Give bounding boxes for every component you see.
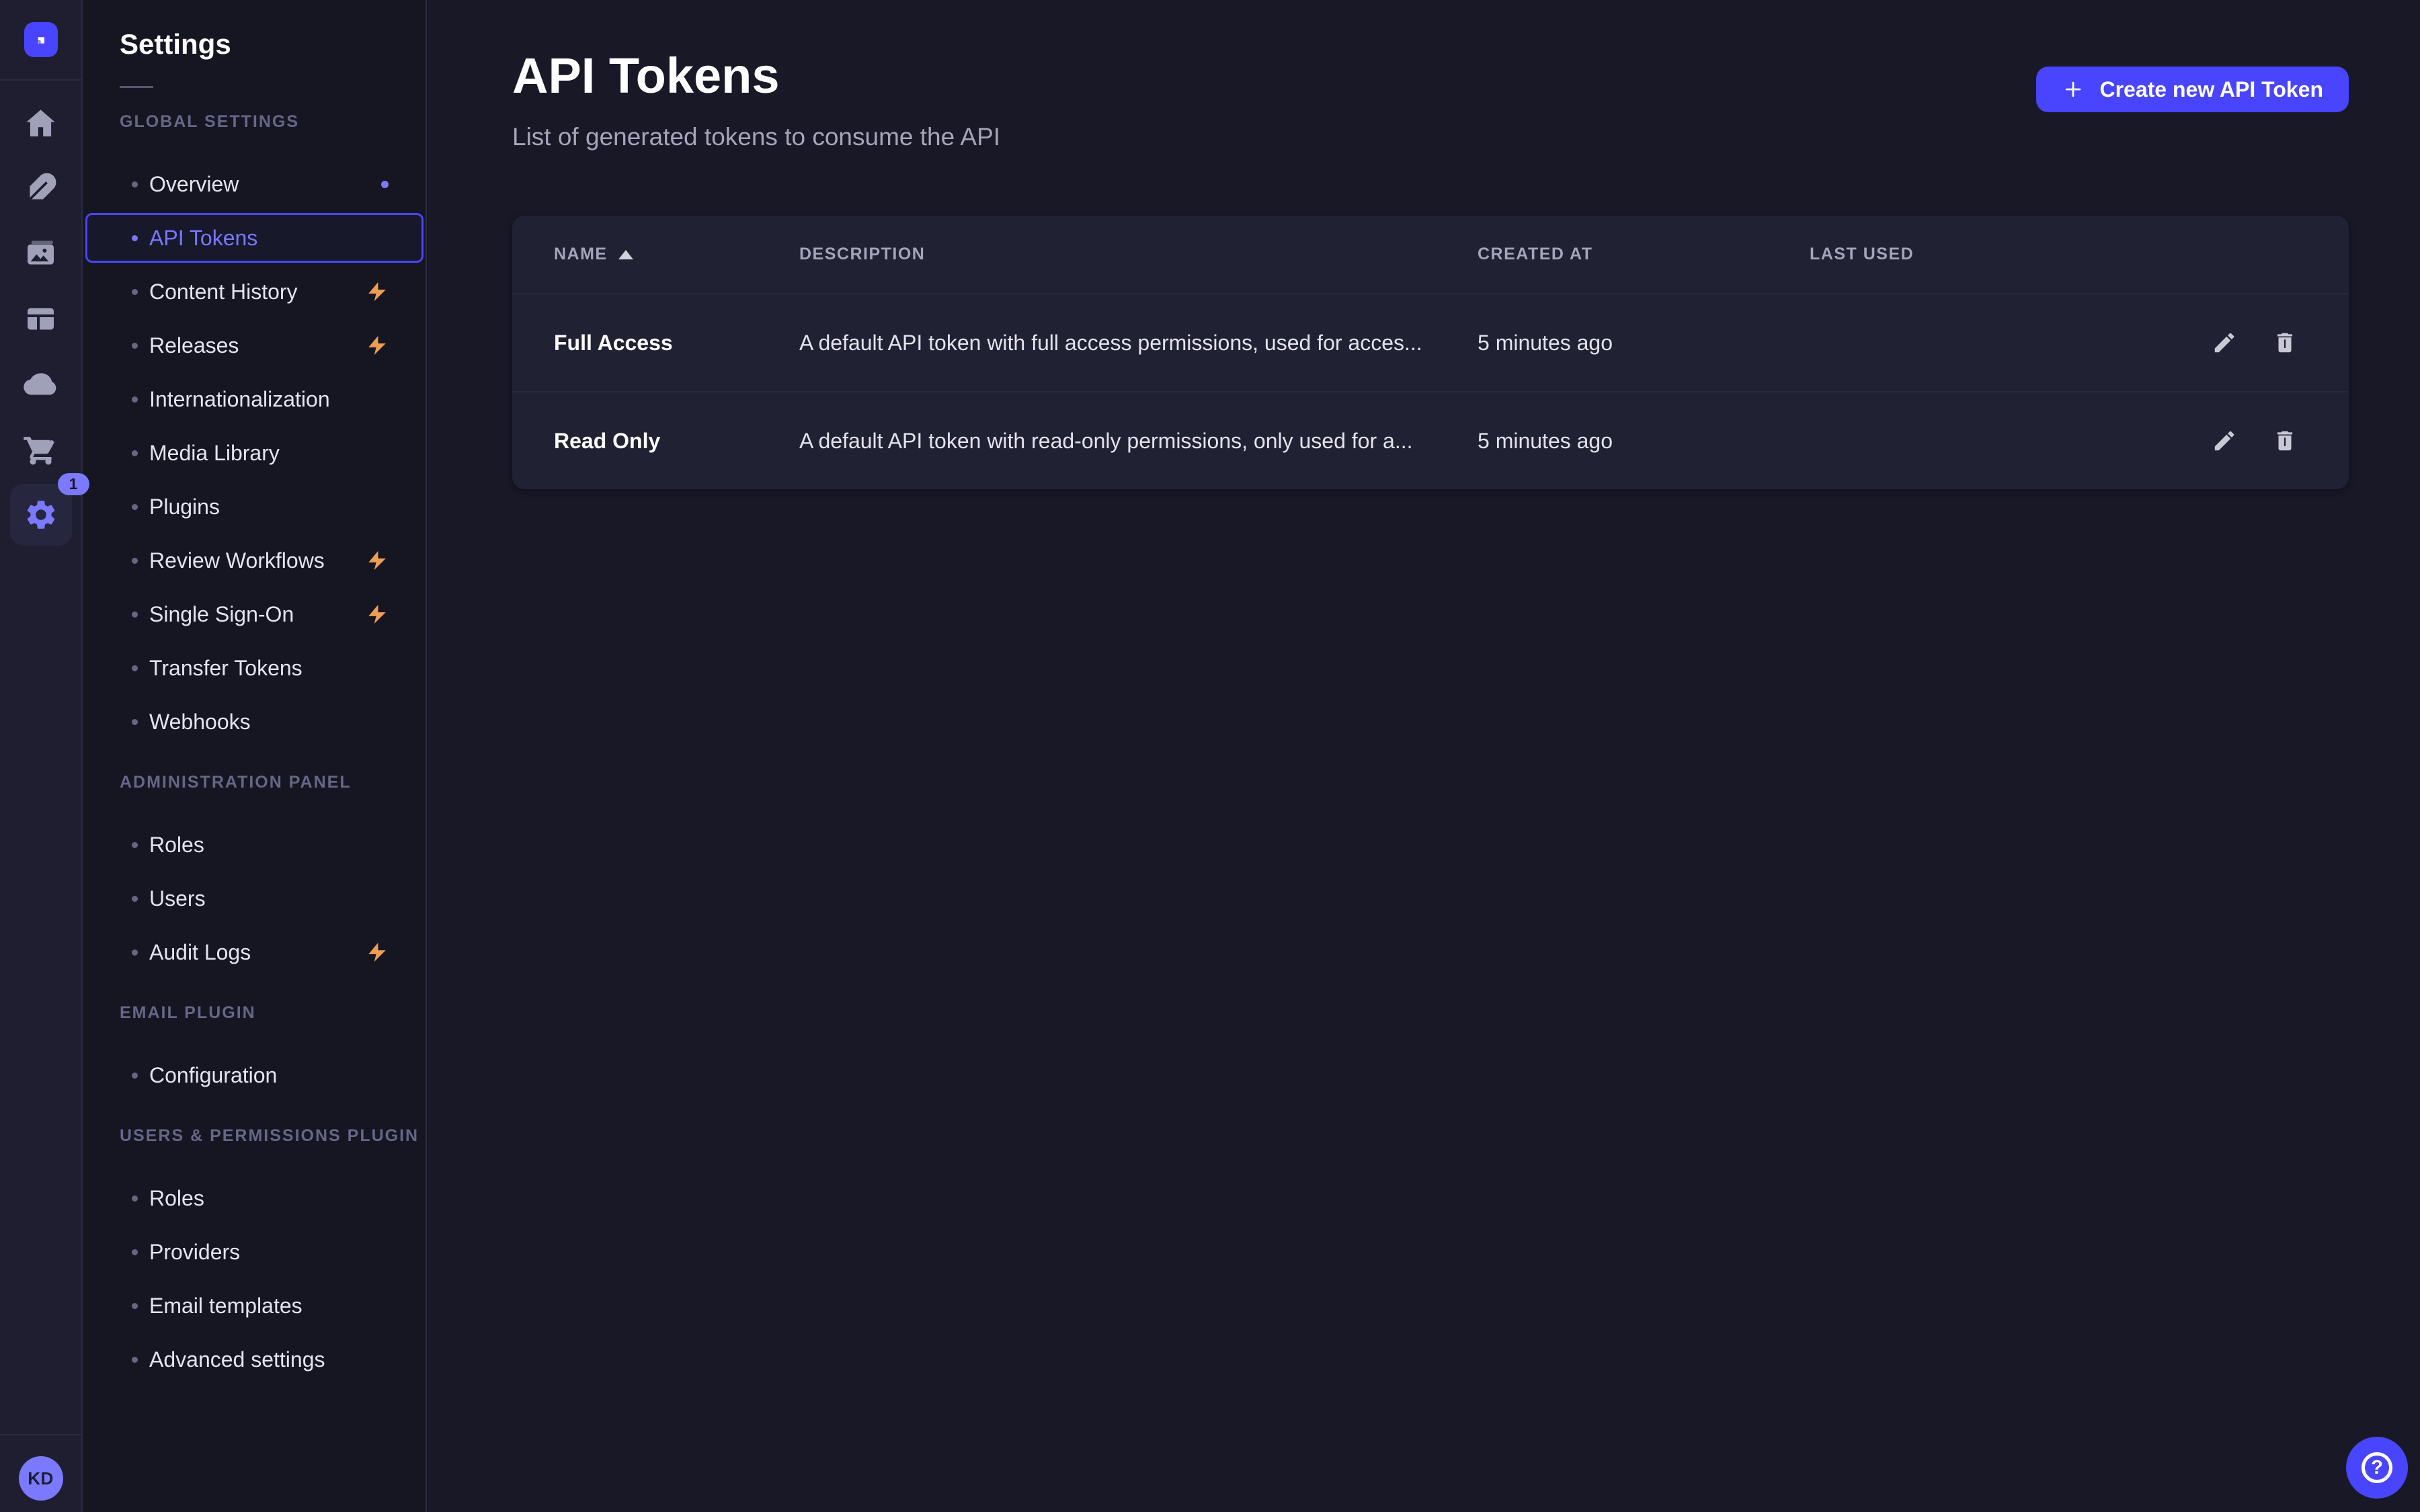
sidebar-item-audit-logs[interactable]: Audit Logs (83, 925, 426, 979)
content-manager-feather-icon[interactable] (0, 156, 82, 221)
help-button[interactable]: ? (2346, 1437, 2408, 1499)
delete-trash-icon[interactable] (2272, 330, 2298, 355)
token-description: A default API token with read-only permi… (799, 429, 1478, 454)
marketplace-cart-icon[interactable] (0, 417, 82, 482)
media-library-icon[interactable] (0, 221, 82, 286)
sidebar-item-email-configuration[interactable]: Configuration (83, 1048, 426, 1102)
sidebar-item-transfer-tokens[interactable]: Transfer Tokens (83, 641, 426, 695)
section-label-global-settings: GLOBAL SETTINGS (120, 112, 385, 132)
token-created-at: 5 minutes ago (1478, 429, 1810, 454)
sort-ascending-icon (618, 250, 633, 259)
sidebar-item-plugins[interactable]: Plugins (83, 480, 426, 534)
user-avatar[interactable]: KD (19, 1456, 63, 1501)
token-name: Read Only (554, 429, 799, 454)
bullet-icon (132, 950, 138, 956)
sidebar-item-media-library[interactable]: Media Library (83, 426, 426, 480)
bullet-icon (132, 504, 138, 510)
token-created-at: 5 minutes ago (1478, 331, 1810, 355)
lightning-icon (366, 549, 389, 572)
rail-bottom-divider (0, 1434, 81, 1435)
sidebar-item-admin-users[interactable]: Users (83, 872, 426, 925)
sidebar-item-overview[interactable]: Overview (83, 157, 426, 211)
sidebar-item-up-advanced-settings[interactable]: Advanced settings (83, 1333, 426, 1386)
column-header-last-used: LAST USED (1810, 245, 2159, 264)
app-window: 1 KD Settings GLOBAL SETTINGS Overview A… (0, 0, 2420, 1512)
bullet-icon (132, 1249, 138, 1255)
section-label-administration-panel: ADMINISTRATION PANEL (120, 773, 385, 792)
bullet-icon (132, 181, 138, 187)
sidebar-item-review-workflows[interactable]: Review Workflows (83, 534, 426, 587)
settings-sidebar: Settings GLOBAL SETTINGS Overview API To… (83, 0, 427, 1512)
rail-divider (0, 79, 81, 81)
sidebar-item-content-history[interactable]: Content History (83, 265, 426, 319)
global-settings-list: Overview API Tokens Content History Rele… (83, 157, 426, 749)
content-type-builder-icon[interactable] (0, 286, 82, 351)
sidebar-item-webhooks[interactable]: Webhooks (83, 695, 426, 749)
bullet-icon (132, 896, 138, 902)
column-header-description: DESCRIPTION (799, 245, 1478, 264)
page-subtitle: List of generated tokens to consume the … (512, 123, 2349, 151)
table-row-full-access[interactable]: Full Access A default API token with ful… (512, 293, 2349, 391)
token-description: A default API token with full access per… (799, 331, 1478, 355)
sidebar-item-internationalization[interactable]: Internationalization (83, 372, 426, 426)
bullet-icon (132, 235, 138, 241)
bullet-icon (132, 396, 138, 403)
bullet-icon (132, 343, 138, 349)
bullet-icon (132, 719, 138, 725)
sidebar-item-single-sign-on[interactable]: Single Sign-On (83, 587, 426, 641)
question-mark-icon: ? (2362, 1452, 2392, 1483)
section-label-email-plugin: EMAIL PLUGIN (120, 1003, 385, 1023)
table-row-read-only[interactable]: Read Only A default API token with read-… (512, 391, 2349, 489)
bullet-icon (132, 1073, 138, 1079)
sidebar-item-releases[interactable]: Releases (83, 319, 426, 372)
edit-pencil-icon[interactable] (2212, 428, 2237, 454)
cloud-icon[interactable] (0, 351, 82, 417)
users-permissions-list: Roles Providers Email templates Advanced… (83, 1171, 426, 1386)
settings-gear-icon[interactable]: 1 (0, 482, 82, 547)
api-tokens-table: NAME DESCRIPTION CREATED AT LAST USED Fu… (512, 216, 2349, 489)
bullet-icon (132, 558, 138, 564)
sidebar-title: Settings (83, 28, 426, 60)
main-nav-rail: 1 KD (0, 0, 83, 1512)
column-header-created-at: CREATED AT (1478, 245, 1810, 264)
sidebar-item-up-providers[interactable]: Providers (83, 1225, 426, 1279)
sidebar-item-up-roles[interactable]: Roles (83, 1171, 426, 1225)
bullet-icon (132, 450, 138, 456)
row-actions (2159, 428, 2307, 454)
create-api-token-button[interactable]: Create new API Token (2036, 67, 2349, 112)
strapi-logo-glyph (31, 30, 51, 50)
main-content: API Tokens List of generated tokens to c… (427, 0, 2420, 1512)
lightning-icon (366, 334, 389, 357)
token-name: Full Access (554, 331, 799, 355)
delete-trash-icon[interactable] (2272, 428, 2298, 454)
administration-panel-list: Roles Users Audit Logs (83, 818, 426, 979)
plus-icon (2062, 78, 2085, 101)
section-label-users-permissions-plugin: USERS & PERMISSIONS PLUGIN (120, 1126, 385, 1146)
bullet-icon (132, 842, 138, 848)
sidebar-item-api-tokens[interactable]: API Tokens (83, 211, 426, 265)
bullet-icon (132, 1357, 138, 1363)
strapi-logo[interactable] (24, 22, 58, 57)
lightning-icon (366, 280, 389, 303)
notification-dot-icon (381, 181, 389, 188)
table-header-row: NAME DESCRIPTION CREATED AT LAST USED (512, 216, 2349, 293)
email-plugin-list: Configuration (83, 1048, 426, 1102)
bullet-icon (132, 289, 138, 295)
column-header-name[interactable]: NAME (554, 245, 799, 264)
lightning-icon (366, 941, 389, 964)
lightning-icon (366, 603, 389, 626)
bullet-icon (132, 1303, 138, 1309)
sidebar-title-divider (120, 86, 153, 88)
bullet-icon (132, 612, 138, 618)
bullet-icon (132, 1195, 138, 1202)
rail-icon-list: 1 (0, 91, 82, 547)
bullet-icon (132, 665, 138, 671)
home-icon[interactable] (0, 91, 82, 156)
sidebar-item-admin-roles[interactable]: Roles (83, 818, 426, 872)
settings-gear-active-box: 1 (10, 484, 72, 546)
sidebar-item-up-email-templates[interactable]: Email templates (83, 1279, 426, 1333)
row-actions (2159, 330, 2307, 355)
edit-pencil-icon[interactable] (2212, 330, 2237, 355)
